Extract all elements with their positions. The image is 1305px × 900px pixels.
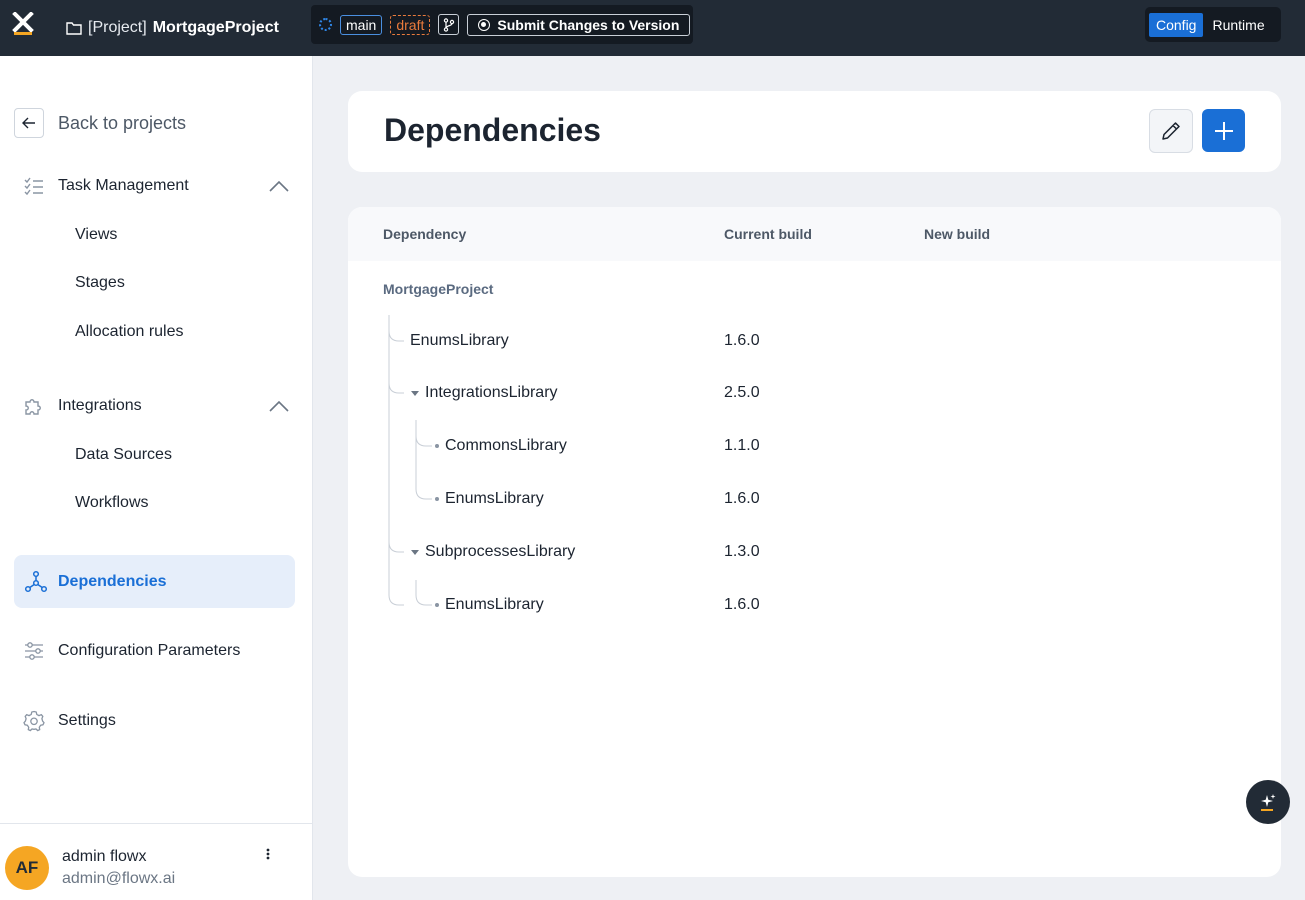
tree-connectors — [388, 315, 432, 606]
sidebar-item-views[interactable]: Views — [75, 226, 117, 244]
tree-row-version: 1.6.0 — [724, 490, 760, 507]
back-label: Back to projects — [58, 112, 187, 133]
sidebar-item-label: Dependencies — [58, 572, 167, 590]
nav-section-label: Integrations — [58, 397, 142, 414]
draft-tag: draft — [390, 14, 431, 35]
top-bar: [Project] MortgageProject main draft Sub… — [0, 0, 1305, 56]
tree-row-name: CommonsLibrary — [445, 437, 567, 454]
sidebar-item-workflows[interactable]: Workflows — [75, 494, 149, 512]
branch-button[interactable] — [438, 14, 460, 35]
tree-row-name: EnumsLibrary — [445, 490, 544, 507]
user-email: admin@flowx.ai — [62, 870, 176, 887]
puzzle-icon — [25, 399, 41, 415]
tree-row-version: 2.5.0 — [724, 384, 760, 401]
back-button[interactable] — [14, 108, 44, 138]
submit-changes-label: Submit Changes to Version — [497, 16, 680, 33]
avatar[interactable]: AF — [5, 846, 49, 890]
pencil-icon — [1162, 122, 1180, 140]
project-name: MortgageProject — [152, 19, 279, 36]
tree-row-name[interactable]: SubprocessesLibrary — [425, 543, 575, 561]
bullet-icon — [435, 444, 439, 448]
back-to-projects[interactable]: Back to projects — [14, 108, 186, 138]
sidebar-item-dependencies[interactable]: Dependencies — [14, 555, 295, 608]
tree-row-name: EnumsLibrary — [410, 332, 509, 349]
tree-row-version: 1.6.0 — [724, 332, 760, 349]
tree-row-version: 1.3.0 — [724, 543, 760, 560]
sidebar-item-allocation-rules[interactable]: Allocation rules — [75, 323, 184, 341]
dependencies-table: Dependency Current build New build Mortg… — [348, 207, 1281, 877]
submit-changes-button[interactable]: Submit Changes to Version — [467, 13, 691, 36]
sidebar: Back to projects Task Management Views S… — [0, 56, 313, 900]
add-dependency-button[interactable] — [1202, 109, 1245, 152]
branch-tag[interactable]: main — [340, 14, 383, 35]
user-name: admin flowx — [62, 848, 147, 865]
bullet-icon — [435, 603, 439, 607]
chevron-up-icon[interactable] — [268, 180, 290, 192]
dependencies-icon — [24, 570, 48, 592]
sparkle-icon — [1261, 794, 1276, 811]
mode-config-button[interactable]: Config — [1149, 12, 1204, 37]
git-branch-icon — [443, 17, 455, 32]
chevron-up-icon[interactable] — [268, 400, 290, 412]
caret-down-icon[interactable] — [411, 391, 419, 396]
sidebar-item-data-sources[interactable]: Data Sources — [75, 446, 172, 464]
sliders-icon — [25, 642, 43, 660]
bullet-icon — [435, 497, 439, 501]
mode-runtime-button[interactable]: Runtime — [1205, 13, 1271, 37]
mode-switch: Config Runtime — [1145, 7, 1281, 42]
gear-icon — [23, 710, 45, 732]
tree-row-version: 1.6.0 — [724, 596, 760, 613]
project-breadcrumb[interactable]: [Project] MortgageProject — [66, 0, 279, 56]
sidebar-item-stages[interactable]: Stages — [75, 274, 125, 292]
sidebar-item-configuration-parameters[interactable]: Configuration Parameters — [22, 639, 290, 663]
plus-icon — [1214, 121, 1233, 140]
page-title: Dependencies — [384, 112, 601, 148]
tree-row-name: EnumsLibrary — [445, 596, 544, 613]
tree-row-name[interactable]: IntegrationsLibrary — [425, 384, 558, 402]
more-vertical-icon[interactable] — [262, 846, 274, 866]
project-prefix: [Project] — [88, 19, 147, 36]
checklist-icon — [24, 177, 43, 196]
ai-assistant-button[interactable] — [1246, 780, 1290, 824]
arrow-left-icon — [22, 117, 35, 129]
nav-section-task-management[interactable]: Task Management — [22, 174, 290, 198]
user-panel: AF admin flowx admin@flowx.ai — [0, 823, 313, 900]
sidebar-item-label: Configuration Parameters — [58, 642, 241, 659]
sync-status-icon — [319, 18, 332, 31]
nav-section-integrations[interactable]: Integrations — [22, 394, 290, 418]
caret-down-icon[interactable] — [411, 550, 419, 555]
flowx-logo-icon[interactable] — [12, 12, 34, 36]
record-icon — [478, 18, 491, 31]
nav-section-label: Task Management — [58, 177, 189, 194]
page-header: Dependencies — [348, 91, 1281, 172]
sidebar-item-settings[interactable]: Settings — [22, 709, 290, 733]
version-bar: main draft Submit Changes to Version — [311, 5, 693, 44]
tree-row-version: 1.1.0 — [724, 437, 760, 454]
folder-icon — [66, 22, 82, 35]
sidebar-item-label: Settings — [58, 712, 116, 729]
edit-button[interactable] — [1149, 109, 1193, 153]
